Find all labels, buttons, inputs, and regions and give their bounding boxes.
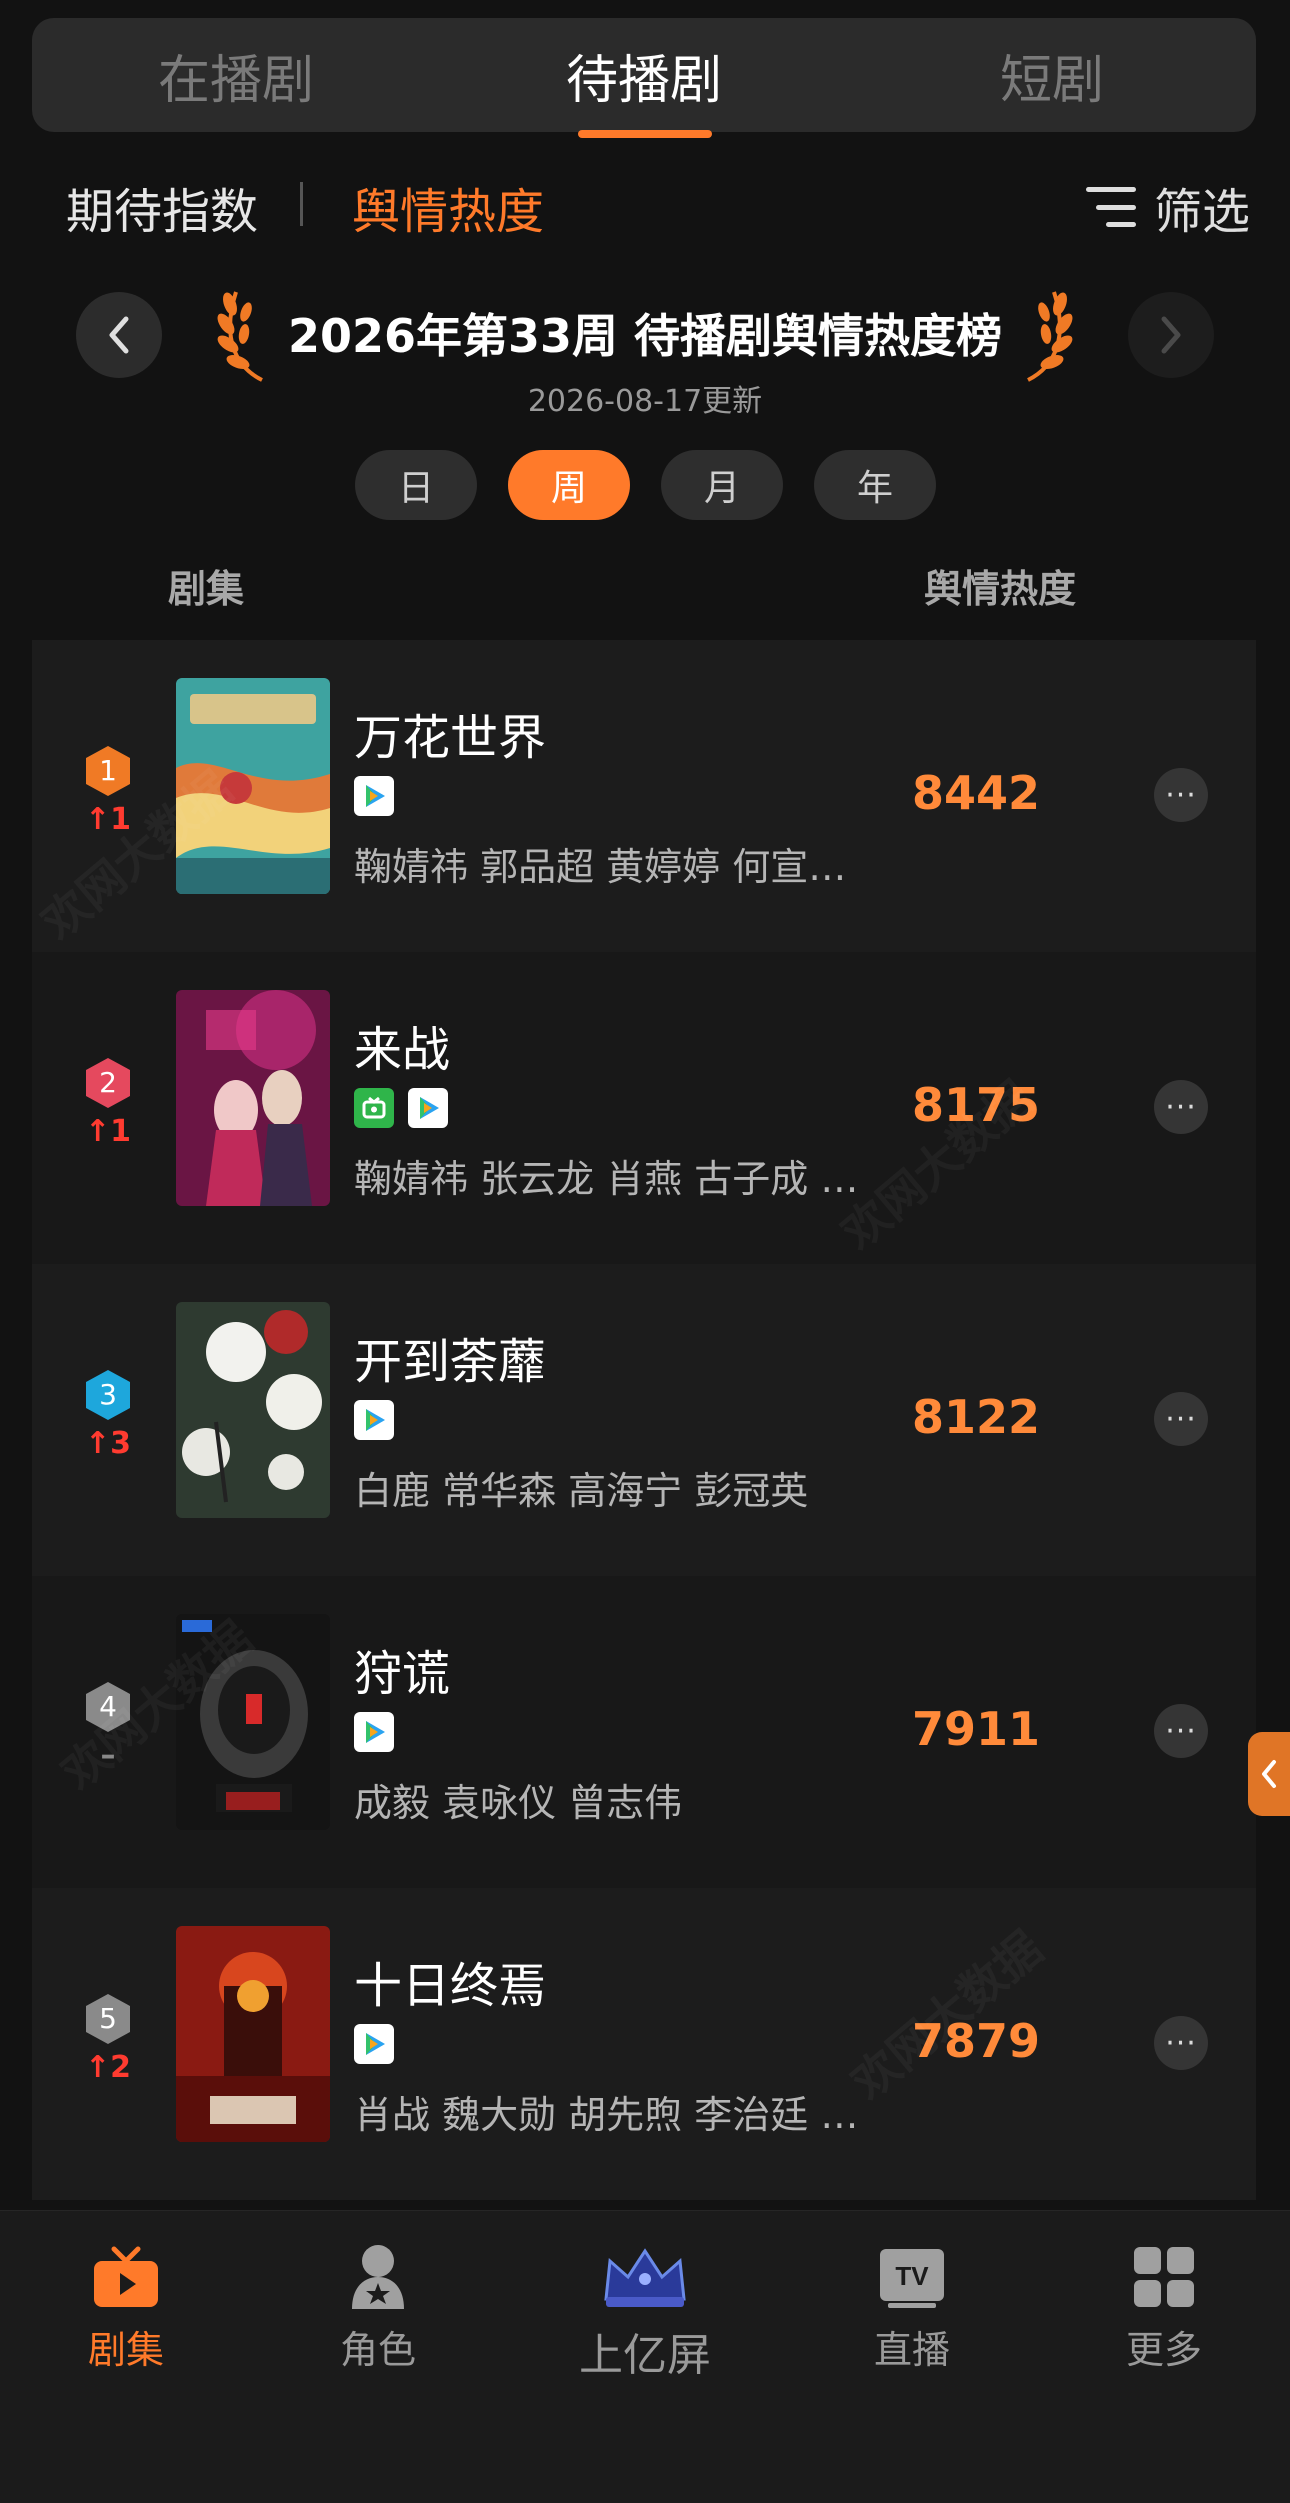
rank-change: ↑2 <box>84 2050 131 2085</box>
platform-list <box>354 2024 394 2064</box>
filter-label: 筛选 <box>1153 184 1250 240</box>
heat-score: 8122 <box>911 1390 1041 1444</box>
poster-image[interactable] <box>176 1302 330 1518</box>
filter-button[interactable]: 筛选 <box>1085 172 1250 242</box>
side-expand-button[interactable] <box>1248 1732 1290 1816</box>
more-options-button[interactable]: ··· <box>1154 1392 1208 1446</box>
platform-list <box>354 1088 448 1128</box>
poster-image[interactable] <box>176 990 330 1206</box>
rank-badge: 3 <box>84 1368 132 1422</box>
tv-icon <box>26 2241 226 2313</box>
tencent-video-icon <box>354 776 394 816</box>
person-star-icon <box>278 2241 478 2313</box>
heat-score: 8442 <box>911 766 1041 820</box>
nav-billion-screen[interactable]: 上亿屏 <box>545 2241 745 2383</box>
cast-list: 鞠婧祎 郭品超 黄婷婷 何宣林 刘宇宁 <box>354 845 874 889</box>
cast-list: 肖战 魏大勋 胡先煦 李治廷 张天爱 <box>354 2093 874 2137</box>
nav-label: 直播 <box>873 2328 950 2372</box>
cast-list: 白鹿 常华森 高海宁 彭冠英 <box>354 1469 809 1513</box>
more-options-button[interactable]: ··· <box>1154 1704 1208 1758</box>
rank-change: ↑3 <box>84 1426 131 1461</box>
series-title: 狩谎 <box>354 1646 451 1702</box>
heat-score: 7911 <box>911 1702 1041 1756</box>
column-header-heat: 舆情热度 <box>924 567 1077 611</box>
nav-label: 上亿屏 <box>579 2330 711 2381</box>
list-item[interactable]: 5 ↑2 十日终焉 肖战 魏大勋 胡先煦 李治廷 张天爱 7879 ··· <box>32 1888 1256 2200</box>
rank-badge: 1 <box>84 744 132 798</box>
top-tab-bar: 在播剧 待播剧 短剧 <box>32 18 1256 132</box>
tencent-video-icon <box>408 1088 448 1128</box>
nav-series[interactable]: 剧集 <box>26 2241 226 2374</box>
cast-list: 鞠婧祎 张云龙 肖燕 古子成 刘些宁 <box>354 1157 874 1201</box>
more-options-button[interactable]: ··· <box>1154 2016 1208 2070</box>
list-item[interactable]: 2 ↑1 来战 鞠婧祎 张云龙 肖燕 古子成 刘些宁 8175 <box>32 952 1256 1264</box>
cast-list: 成毅 袁咏仪 曾志伟 <box>354 1781 683 1825</box>
tv-live-icon: TV <box>812 2241 1012 2313</box>
tab-airing[interactable]: 在播剧 <box>32 18 440 132</box>
tencent-video-icon <box>354 1712 394 1752</box>
poster-image[interactable] <box>176 1926 330 2142</box>
grid-icon <box>1064 2241 1264 2313</box>
nav-character[interactable]: 角色 <box>278 2241 478 2374</box>
bottom-nav: 剧集 角色 上亿屏 TV 直播 更多 <box>0 2210 1290 2503</box>
update-date: 2026-08-17更新 <box>527 384 763 419</box>
platform-list <box>354 1712 394 1752</box>
tencent-video-icon <box>354 1400 394 1440</box>
rank-badge: 5 <box>84 1992 132 2046</box>
chevron-left-icon <box>1262 1760 1276 1788</box>
nav-label: 更多 <box>1125 2328 1202 2372</box>
nav-label: 角色 <box>339 2328 416 2372</box>
active-tab-indicator <box>578 130 712 138</box>
crown-icon <box>545 2241 745 2313</box>
series-title: 十日终焉 <box>354 1958 547 2014</box>
series-title: 开到荼蘼 <box>354 1334 547 1390</box>
more-options-button[interactable]: ··· <box>1154 1080 1208 1134</box>
filter-icon <box>1085 187 1136 227</box>
iqiyi-icon <box>354 1088 394 1128</box>
period-week[interactable]: 周 <box>508 450 630 520</box>
rank-change: ↑1 <box>84 1114 131 1149</box>
column-header-series: 剧集 <box>168 567 245 611</box>
list-item[interactable]: 3 ↑3 开到荼蘼 白鹿 常华森 高海宁 彭冠英 8122 ··· <box>32 1264 1256 1576</box>
subtab-divider <box>300 182 303 226</box>
series-title: 万花世界 <box>354 710 547 766</box>
subtab-expectation-index[interactable]: 期待指数 <box>66 172 258 242</box>
period-year[interactable]: 年 <box>814 450 936 520</box>
tab-upcoming[interactable]: 待播剧 <box>440 18 848 132</box>
tencent-video-icon <box>354 2024 394 2064</box>
series-title: 来战 <box>354 1022 451 1078</box>
tab-short-drama[interactable]: 短剧 <box>848 18 1256 132</box>
rank-badge: 2 <box>84 1056 132 1110</box>
nav-more[interactable]: 更多 <box>1064 2241 1264 2374</box>
platform-list <box>354 776 394 816</box>
subtab-sentiment-heat[interactable]: 舆情热度 <box>352 172 544 242</box>
more-options-button[interactable]: ··· <box>1154 768 1208 822</box>
platform-list <box>354 1400 394 1440</box>
period-day[interactable]: 日 <box>355 450 477 520</box>
svg-text:TV: TV <box>895 2261 929 2291</box>
chart-title: 2026年第33周 待播剧舆情热度榜 <box>287 309 1003 363</box>
nav-live[interactable]: TV 直播 <box>812 2241 1012 2374</box>
nav-label: 剧集 <box>87 2328 164 2372</box>
period-month[interactable]: 月 <box>661 450 783 520</box>
